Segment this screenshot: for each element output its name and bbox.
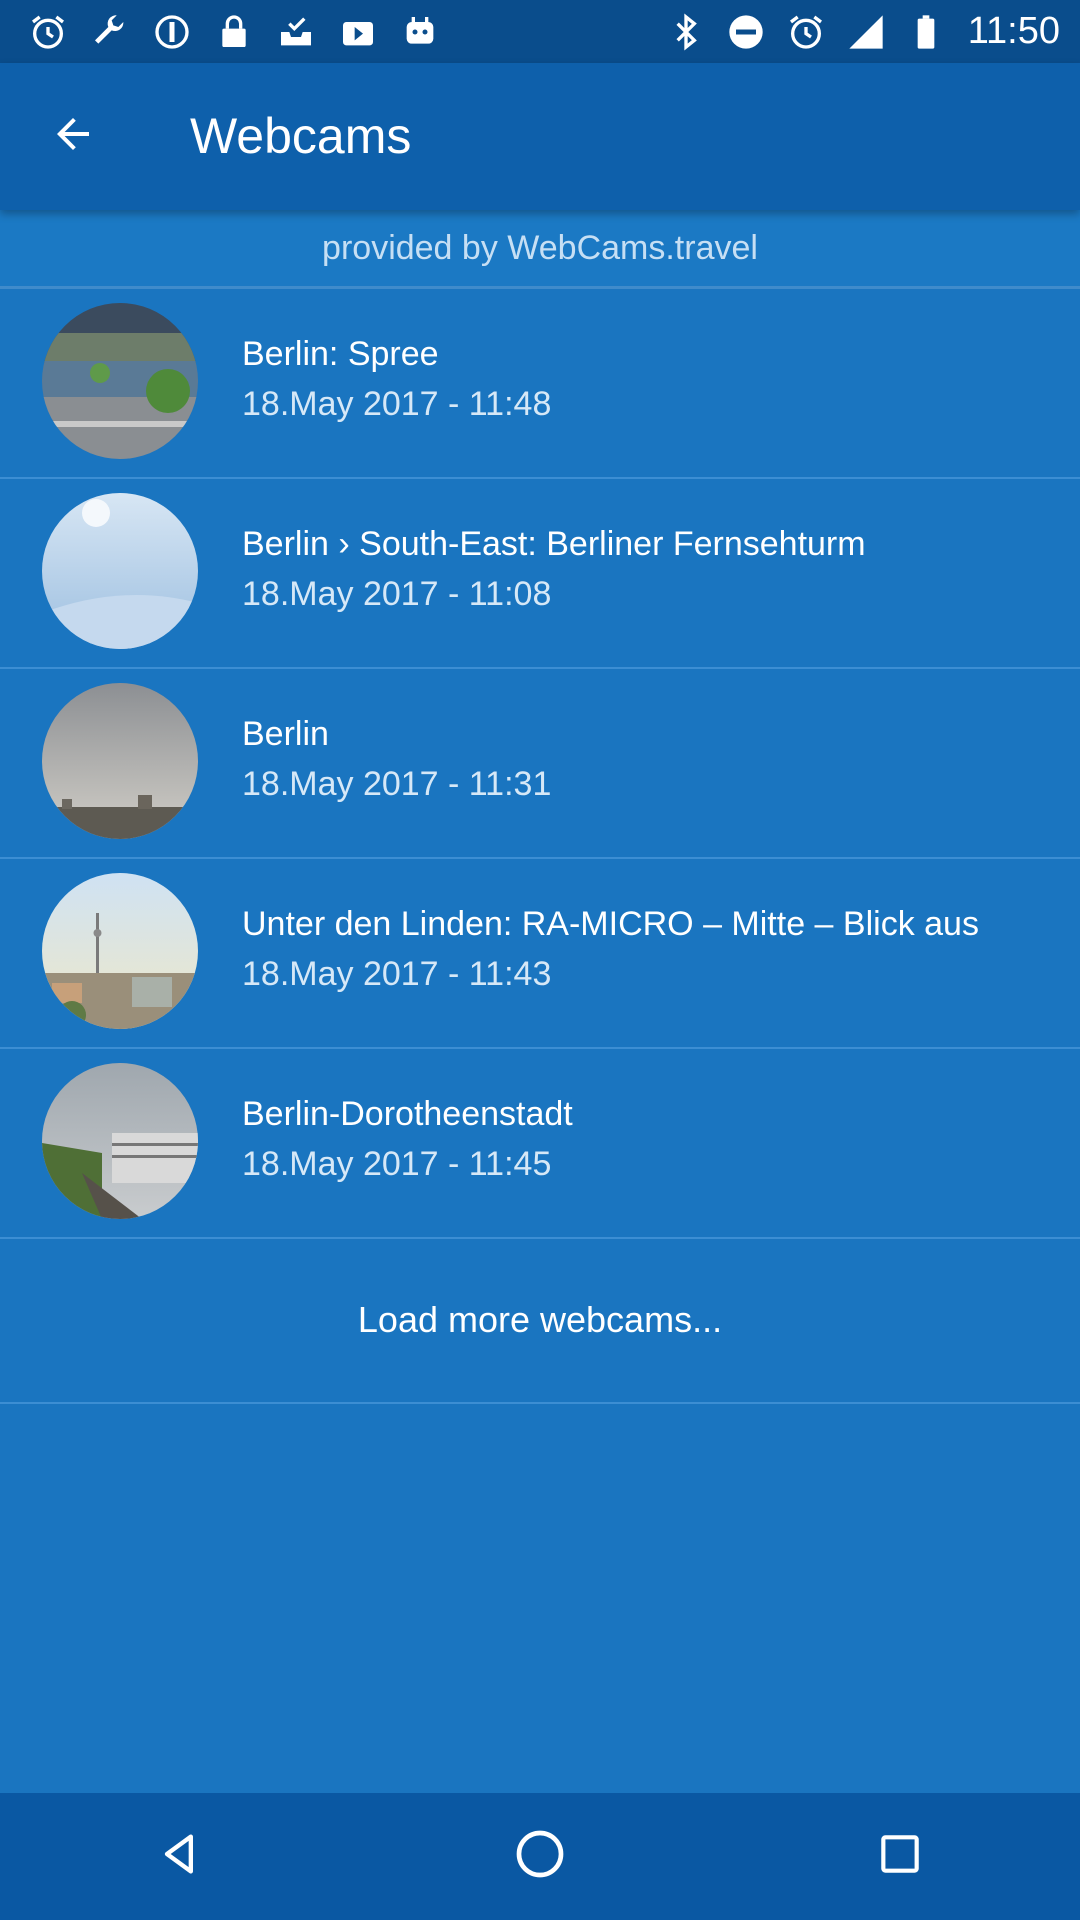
webcam-item[interactable]: Berlin 18.May 2017 - 11:31 [0,669,1080,859]
status-bar-notifications [0,0,442,63]
webcam-date: 18.May 2017 - 11:08 [242,575,552,613]
webcam-thumbnail [42,683,198,839]
provider-attribution: provided by WebCams.travel [0,210,1080,289]
play-icon [336,10,380,54]
webcam-date: 18.May 2017 - 11:48 [242,385,552,423]
load-more-button[interactable]: Load more webcams... [0,1237,1080,1404]
webcam-title: Berlin [242,715,329,753]
nav-home-button[interactable] [485,1802,595,1912]
inbox-check-icon [274,10,318,54]
lock-icon [212,10,256,54]
do-not-disturb-icon [724,10,768,54]
webcam-date: 18.May 2017 - 11:31 [242,765,552,803]
back-button[interactable] [28,91,118,181]
battery-icon [904,10,948,54]
status-bar: 11:50 [0,0,1080,63]
webcam-date: 18.May 2017 - 11:43 [242,955,552,993]
robot-icon [398,10,442,54]
status-clock: 11:50 [967,10,1060,52]
back-triangle-icon [154,1828,206,1885]
dash-circle-icon [150,10,194,54]
webcam-thumbnail [42,873,198,1029]
status-bar-system: 11:50 [664,0,1080,63]
webcam-thumbnail [42,303,198,459]
wrench-icon [88,10,132,54]
bluetooth-icon [664,10,708,54]
alarm-icon [26,10,70,54]
webcam-title: Unter den Linden: RA-MICRO – Mitte – Bli… [242,905,979,943]
home-circle-icon [512,1826,568,1887]
back-arrow-icon [49,110,97,163]
webcam-item[interactable]: Berlin › South-East: Berliner Fernsehtur… [0,479,1080,669]
page-title: Webcams [190,108,412,164]
nav-recents-button[interactable] [845,1802,955,1912]
webcam-item[interactable]: Unter den Linden: RA-MICRO – Mitte – Bli… [0,859,1080,1049]
webcam-date: 18.May 2017 - 11:45 [242,1145,552,1183]
app-bar: Webcams [0,63,1080,210]
webcam-list: Berlin: Spree 18.May 2017 - 11:48 Berlin… [0,289,1080,1239]
alarm-icon [784,10,828,54]
webcam-title: Berlin › South-East: Berliner Fernsehtur… [242,525,866,563]
webcam-item[interactable]: Berlin-Dorotheenstadt 18.May 2017 - 11:4… [0,1049,1080,1239]
webcam-thumbnail [42,1063,198,1219]
recents-square-icon [875,1829,925,1884]
navigation-bar [0,1793,1080,1920]
webcam-title: Berlin-Dorotheenstadt [242,1095,573,1133]
nav-back-button[interactable] [125,1802,235,1912]
webcam-title: Berlin: Spree [242,335,439,373]
webcam-item[interactable]: Berlin: Spree 18.May 2017 - 11:48 [0,289,1080,479]
webcam-thumbnail [42,493,198,649]
signal-icon [844,10,888,54]
